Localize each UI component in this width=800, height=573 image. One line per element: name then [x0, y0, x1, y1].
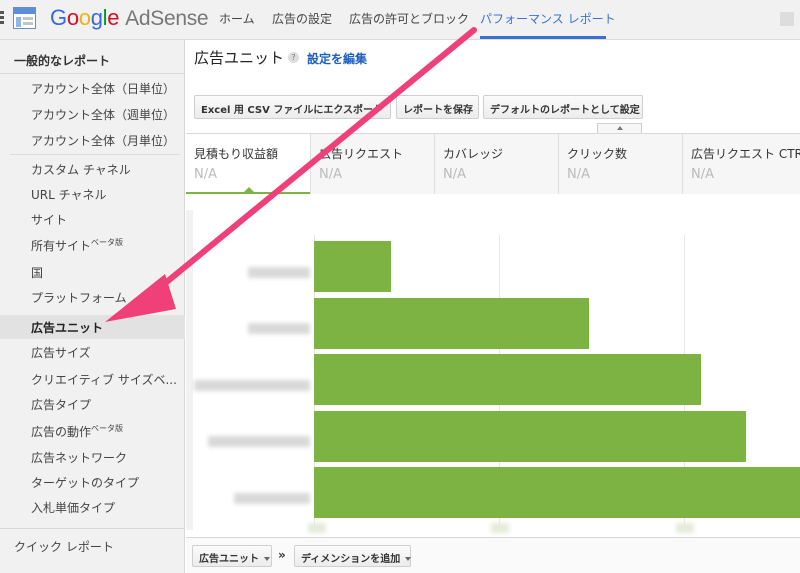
nav-performance-reports[interactable]: パフォーマンス レポート	[480, 10, 616, 27]
category-label-blurred	[248, 267, 310, 278]
sidebar-item-owned-sites[interactable]: 所有サイトベータ版	[31, 237, 123, 254]
sidebar-item-ad-networks[interactable]: 広告ネットワーク	[31, 449, 127, 466]
metric-value: N/A	[319, 167, 342, 182]
chart-bar[interactable]	[314, 467, 800, 518]
selected-indicator	[243, 187, 255, 193]
sidebar-item-ad-behavior[interactable]: 広告の動作ベータ版	[31, 423, 123, 440]
category-label-blurred	[234, 493, 310, 504]
metric-coverage[interactable]: カバレッジ N/A	[434, 134, 558, 194]
sidebar-item-account-weekly[interactable]: アカウント全体（週単位）	[31, 106, 175, 123]
bar-chart	[186, 205, 800, 537]
metric-value: N/A	[567, 167, 590, 182]
metric-value: N/A	[691, 167, 714, 182]
divider	[0, 73, 185, 74]
beta-badge: ベータ版	[91, 238, 124, 247]
divider	[10, 154, 180, 155]
chevron-down-icon	[264, 557, 270, 561]
sidebar-item-ad-types[interactable]: 広告タイプ	[31, 396, 91, 413]
chevron-down-icon	[405, 557, 412, 561]
set-default-report-button[interactable]: デフォルトのレポートとして設定	[483, 95, 643, 119]
edit-settings-link[interactable]: 設定を編集	[307, 50, 367, 67]
metric-label: クリック数	[567, 147, 628, 161]
export-csv-button[interactable]: Excel 用 CSV ファイルにエクスポート	[194, 95, 391, 119]
sidebar-header: 一般的なレポート	[14, 54, 111, 68]
apps-menu-icon[interactable]	[0, 11, 5, 25]
sidebar-item-bid-types[interactable]: 入札単価タイプ	[31, 499, 115, 516]
chart-bar[interactable]	[314, 410, 746, 462]
active-tab-indicator	[480, 36, 606, 39]
sidebar-item-ad-units[interactable]: 広告ユニット	[31, 319, 103, 336]
metric-ad-requests[interactable]: 広告リクエスト N/A	[310, 134, 434, 194]
dimension-ad-unit-button[interactable]: 広告ユニット	[192, 545, 272, 567]
category-label-blurred	[248, 323, 310, 334]
chevron-down-icon	[378, 106, 384, 110]
x-tick-blurred	[308, 523, 326, 533]
metric-label: 広告リクエスト CTR	[691, 147, 800, 161]
page-title: 広告ユニット	[194, 49, 285, 67]
category-label-blurred	[208, 436, 310, 447]
sidebar-item-custom-channels[interactable]: カスタム チャネル	[31, 161, 131, 178]
metrics-row: 見積もり収益額 N/A 広告リクエスト N/A カバレッジ N/A クリック数 …	[186, 133, 800, 194]
dimension-bar: 広告ユニット » ディメンションを追加	[186, 537, 800, 573]
sidebar-item-targeting-types[interactable]: ターゲットのタイプ	[31, 474, 139, 491]
collapse-toggle[interactable]	[597, 123, 642, 133]
add-dimension-label: ディメンションを追加	[301, 554, 401, 565]
metric-estimated-earnings[interactable]: 見積もり収益額 N/A	[186, 134, 310, 194]
add-dimension-button[interactable]: ディメンションを追加	[294, 545, 412, 567]
metric-value: N/A	[194, 167, 217, 182]
sidebar-item-ad-sizes[interactable]: 広告サイズ	[31, 344, 91, 361]
sidebar-item-url-channels[interactable]: URL チャネル	[31, 186, 107, 203]
sidebar-item-platforms[interactable]: プラットフォーム	[31, 289, 127, 306]
chart-bar[interactable]	[314, 297, 589, 349]
sidebar-item-account-monthly[interactable]: アカウント全体（月単位）	[31, 132, 175, 149]
chart-bar[interactable]	[314, 241, 391, 292]
help-icon[interactable]: ?	[288, 52, 299, 63]
metric-label: カバレッジ	[443, 147, 504, 161]
adsense-app-icon	[13, 7, 36, 29]
metric-ad-request-ctr[interactable]: 広告リクエスト CTR N/A	[682, 134, 800, 194]
metric-value: N/A	[443, 167, 466, 182]
export-csv-label: Excel 用 CSV ファイルにエクスポート	[201, 105, 384, 116]
sidebar-item-sites[interactable]: サイト	[31, 211, 67, 228]
chart-edge	[186, 210, 193, 530]
x-tick-blurred	[491, 523, 509, 533]
sidebar-item-creative-sizes[interactable]: クリエイティブ サイズベ...	[31, 371, 177, 388]
google-adsense-logo[interactable]: Google AdSense	[50, 5, 209, 31]
nav-allow-block[interactable]: 広告の許可とブロック	[349, 10, 469, 27]
top-nav-bar: Google AdSense ホーム 広告の設定 広告の許可とブロック パフォーマ…	[0, 0, 800, 40]
settings-gear-icon[interactable]	[780, 12, 794, 26]
metric-clicks[interactable]: クリック数 N/A	[558, 134, 682, 194]
sidebar-item-account-daily[interactable]: アカウント全体（日単位）	[31, 80, 175, 97]
x-tick-blurred	[676, 523, 694, 533]
beta-badge: ベータ版	[91, 424, 124, 433]
sidebar-item-countries[interactable]: 国	[31, 264, 43, 281]
category-label-blurred	[194, 380, 310, 391]
quick-report-link[interactable]: クイック レポート	[14, 538, 114, 555]
divider	[0, 528, 185, 529]
nav-home[interactable]: ホーム	[219, 10, 255, 27]
breadcrumb-separator: »	[278, 548, 286, 562]
sidebar: 一般的なレポート アカウント全体（日単位） アカウント全体（週単位） アカウント…	[0, 40, 185, 573]
chart-bar[interactable]	[314, 354, 701, 405]
save-report-button[interactable]: レポートを保存	[396, 95, 479, 119]
nav-ad-settings[interactable]: 広告の設定	[272, 10, 332, 27]
chevron-up-icon	[617, 126, 623, 130]
metric-label: 広告リクエスト	[319, 147, 404, 161]
metric-label: 見積もり収益額	[194, 147, 279, 161]
dimension-label: 広告ユニット	[199, 554, 259, 565]
